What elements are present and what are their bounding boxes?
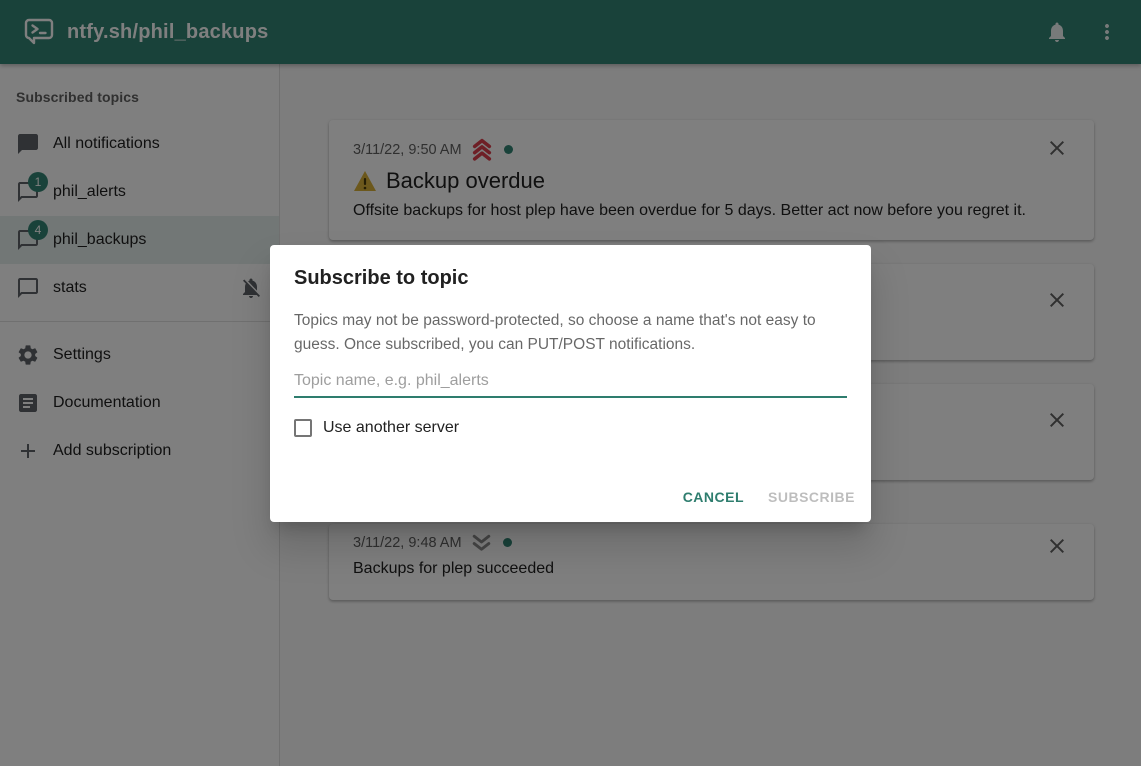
dialog-description: Topics may not be password-protected, so… — [270, 290, 871, 357]
checkbox-label: Use another server — [323, 419, 459, 437]
use-another-server-checkbox-row[interactable]: Use another server — [294, 419, 847, 437]
checkbox-unchecked-icon[interactable] — [294, 419, 312, 437]
subscribe-dialog: Subscribe to topic Topics may not be pas… — [270, 245, 871, 522]
cancel-button[interactable]: CANCEL — [675, 480, 752, 514]
topic-name-field-underline — [294, 368, 847, 398]
topic-name-input[interactable] — [294, 368, 847, 396]
subscribe-button[interactable]: SUBSCRIBE — [760, 480, 863, 514]
dialog-title: Subscribe to topic — [270, 245, 871, 290]
